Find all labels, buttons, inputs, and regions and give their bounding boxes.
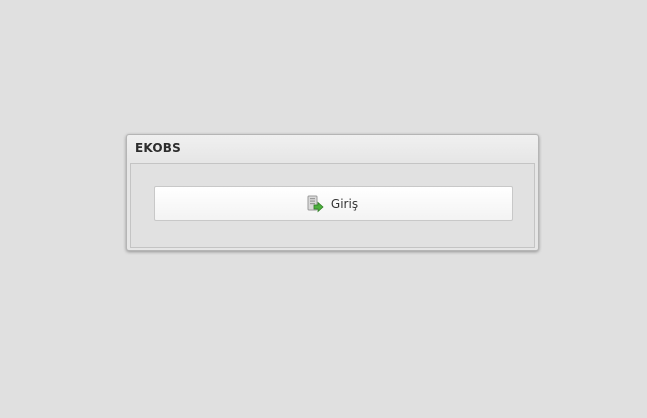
login-button[interactable]: Giriş [154,186,513,221]
panel-body: Giriş [130,163,535,248]
login-button-label: Giriş [330,196,359,211]
login-arrow-icon [305,194,325,214]
panel-header: EKOBS [127,135,538,162]
login-panel: EKOBS Giriş [126,134,539,251]
panel-title: EKOBS [135,141,181,155]
